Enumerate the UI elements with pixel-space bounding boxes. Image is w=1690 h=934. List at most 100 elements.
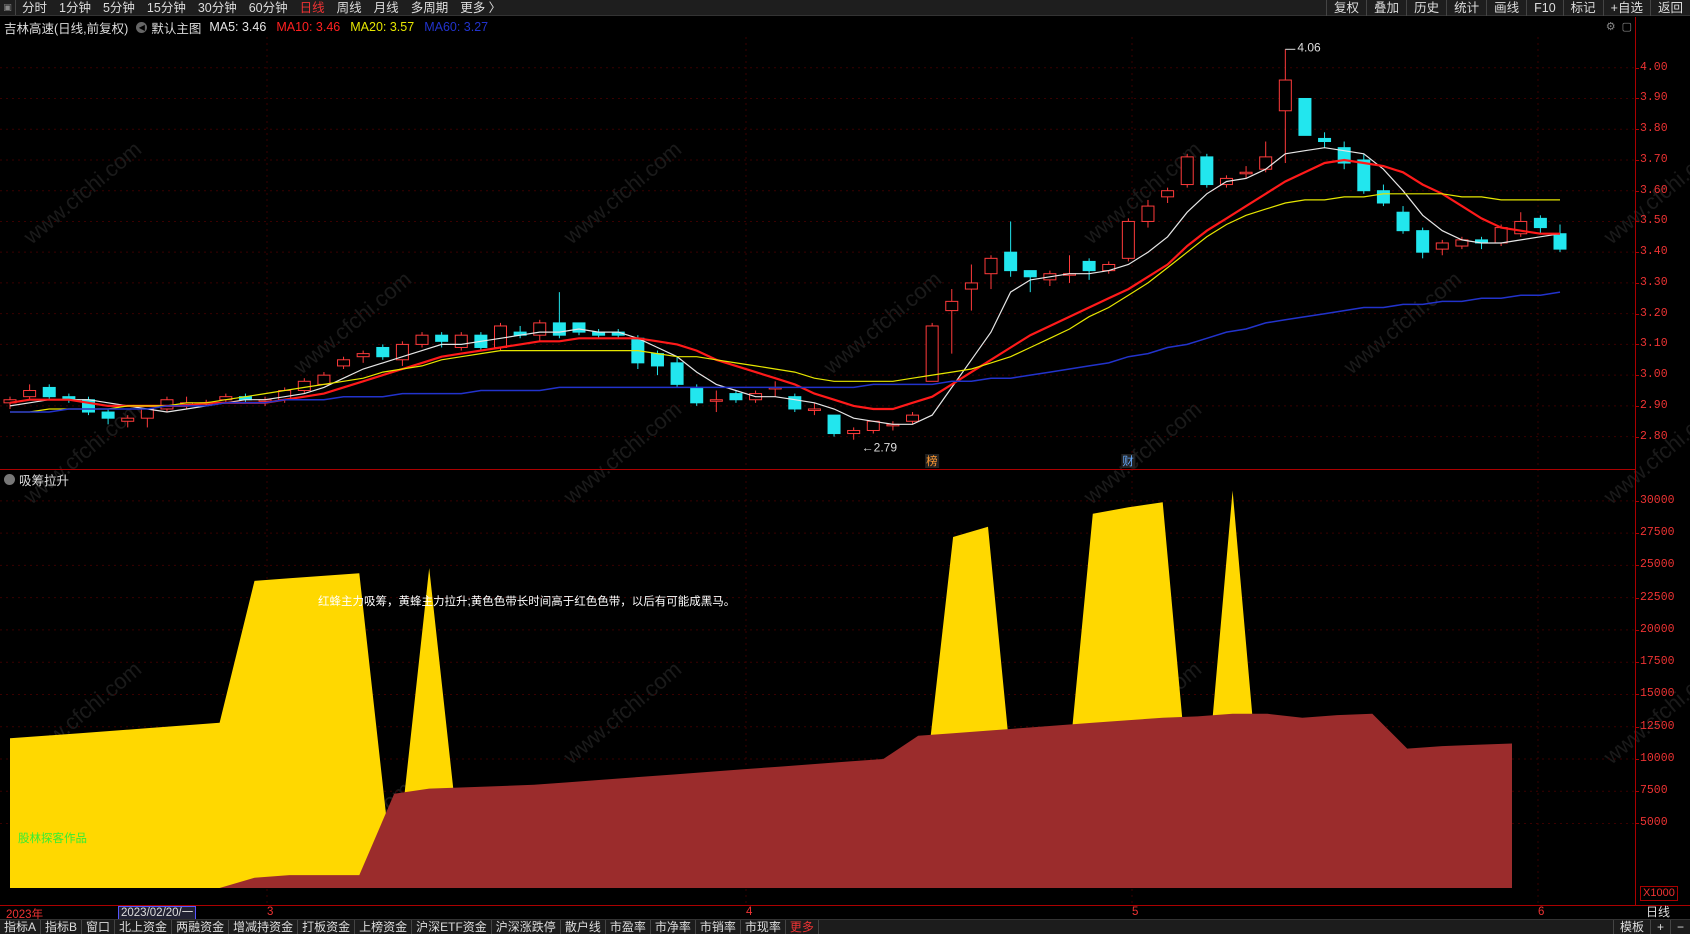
bottom-tabs: 指标A 指标B 窗口 北上资金 两融资金 增减持资金 打板资金 上榜资金 沪深ETF资金 沪深涨跌… bbox=[0, 920, 819, 934]
price-tick: 3.40 bbox=[1635, 245, 1668, 259]
indicator-toggle-icon[interactable] bbox=[4, 473, 15, 485]
candle-body bbox=[690, 386, 704, 404]
candle-body bbox=[552, 322, 566, 336]
candle-body bbox=[435, 334, 449, 342]
candle-body bbox=[1533, 217, 1547, 229]
candle-body bbox=[1121, 220, 1135, 259]
candle-body bbox=[101, 411, 115, 419]
price-tick: 3.90 bbox=[1635, 91, 1668, 105]
x-axis: 2023年 2023/02/20/一 3 4 5 6 bbox=[0, 905, 1690, 921]
bottom-right-button[interactable]: 模板 bbox=[1612, 920, 1650, 934]
indicator-tick: 15000 bbox=[1635, 687, 1675, 701]
indicator-header: 吸筹拉升 bbox=[0, 470, 69, 488]
candle-body bbox=[650, 353, 664, 367]
candle-body bbox=[1259, 156, 1273, 170]
bottom-tab[interactable]: 市盈率 bbox=[606, 920, 651, 934]
price-tick: 3.20 bbox=[1635, 306, 1668, 320]
x-month-4: 4 bbox=[746, 906, 753, 918]
bottom-tab[interactable]: 指标B bbox=[41, 920, 83, 934]
indicator-tick: 10000 bbox=[1635, 751, 1675, 765]
panel-separator[interactable] bbox=[0, 469, 1635, 470]
candle-body bbox=[1180, 156, 1194, 186]
candle-body bbox=[1396, 211, 1410, 232]
toolbar-button[interactable]: 返回 bbox=[1649, 0, 1690, 16]
candle-body bbox=[1494, 227, 1508, 244]
candle-body bbox=[1004, 251, 1018, 272]
indicator-scale: X1000 bbox=[1640, 886, 1678, 901]
bottom-toolbar: 指标A 指标B 窗口 北上资金 两融资金 增减持资金 打板资金 上榜资金 沪深ETF资金 沪深涨跌… bbox=[0, 919, 1690, 934]
indicator-tick: 12500 bbox=[1635, 719, 1675, 733]
candle-body bbox=[1298, 97, 1312, 136]
candle-body bbox=[847, 429, 861, 435]
candle-body bbox=[140, 408, 154, 419]
ma-line bbox=[10, 193, 1560, 413]
candle-body bbox=[984, 257, 998, 275]
x-month-3: 3 bbox=[267, 906, 274, 918]
candle-body bbox=[317, 374, 331, 385]
bottom-tab[interactable]: 沪深涨跌停 bbox=[492, 920, 561, 934]
candle-body bbox=[415, 334, 429, 345]
candle-body bbox=[1141, 205, 1155, 222]
candle-body bbox=[964, 282, 978, 290]
chart-canvas[interactable]: 4.06 ←2.79 榜 财 bbox=[0, 0, 1635, 905]
candle-body bbox=[376, 346, 390, 358]
price-tick: 4.00 bbox=[1635, 60, 1668, 74]
candle-body bbox=[454, 334, 468, 348]
bottom-tab[interactable]: 两融资金 bbox=[172, 920, 230, 934]
price-tick: 2.90 bbox=[1635, 398, 1668, 412]
indicator-tick: 7500 bbox=[1635, 784, 1668, 798]
bottom-tab[interactable]: 上榜资金 bbox=[355, 920, 413, 934]
ma-line bbox=[9, 147, 1561, 425]
price-tick: 3.50 bbox=[1635, 214, 1668, 228]
price-tick: 2.80 bbox=[1635, 429, 1668, 443]
candle-body bbox=[1023, 270, 1037, 278]
candle-body bbox=[356, 353, 370, 358]
price-tick: 3.30 bbox=[1635, 275, 1668, 289]
bottom-tab[interactable]: 指标A bbox=[0, 920, 42, 934]
candle-body bbox=[827, 414, 841, 435]
right-axis: 4.00 3.90 3.80 3.70 3.60 3.50 3.40 3.30 3.20 3.10… bbox=[1635, 17, 1690, 905]
price-tick: 3.70 bbox=[1635, 152, 1668, 166]
price-tick: 3.00 bbox=[1635, 368, 1668, 382]
candle-body bbox=[906, 414, 920, 422]
bottom-tab[interactable]: 沪深ETF资金 bbox=[412, 920, 492, 934]
candle-body bbox=[1161, 190, 1175, 198]
candle-body bbox=[1082, 260, 1096, 272]
indicator-name[interactable]: 吸筹拉升 bbox=[19, 470, 69, 489]
candle-body bbox=[494, 325, 508, 348]
candle-body bbox=[1200, 156, 1214, 186]
bottom-tab[interactable]: 散户线 bbox=[561, 920, 606, 934]
high-price-label: 4.06 bbox=[1297, 40, 1321, 54]
bottom-tab[interactable]: 更多 bbox=[786, 920, 819, 934]
bottom-tab[interactable]: 市净率 bbox=[651, 920, 696, 934]
candle-body bbox=[807, 408, 821, 411]
event-mark: 财 bbox=[1122, 454, 1134, 468]
candle-body bbox=[866, 420, 880, 431]
candle-body bbox=[925, 325, 939, 382]
low-price-label: ←2.79 bbox=[862, 441, 898, 455]
indicator-note: 红蜂主力吸筹，黄蜂主力拉升;黄色色带长时间高于红色色带，以后有可能成黑马。 bbox=[318, 596, 736, 608]
x-month-6: 6 bbox=[1538, 906, 1545, 918]
price-tick: 3.60 bbox=[1635, 183, 1668, 197]
candle-body bbox=[1318, 137, 1332, 143]
bottom-tab[interactable]: 打板资金 bbox=[298, 920, 356, 934]
candle-body bbox=[1239, 171, 1253, 175]
price-tick: 3.10 bbox=[1635, 337, 1668, 351]
period-label: 日线 bbox=[1646, 905, 1671, 919]
candle-body bbox=[729, 393, 743, 401]
bottom-right-button[interactable]: − bbox=[1669, 920, 1690, 934]
candle-body bbox=[23, 390, 37, 398]
bottom-tab[interactable]: 北上资金 bbox=[115, 920, 173, 934]
stock-chart-app: ▣ 分时 1分钟 5分钟 15分钟 30分钟 60分钟 日线 周线 月线 多周期 更多 〉 复权 叠加… bbox=[0, 0, 1690, 934]
candle-body bbox=[670, 362, 684, 385]
bottom-right-button[interactable]: + bbox=[1649, 920, 1670, 934]
bottom-tab[interactable]: 市现率 bbox=[741, 920, 786, 934]
bottom-tab[interactable]: 增减持资金 bbox=[229, 920, 299, 934]
bottom-tab[interactable]: 窗口 bbox=[82, 920, 116, 934]
price-tick: 3.80 bbox=[1635, 122, 1668, 136]
event-mark: 榜 bbox=[926, 454, 938, 468]
bottom-tab[interactable]: 市销率 bbox=[696, 920, 741, 934]
cursor-date: 2023/02/20/一 bbox=[118, 906, 197, 920]
candle-body bbox=[297, 380, 311, 392]
candle-body bbox=[337, 359, 351, 367]
